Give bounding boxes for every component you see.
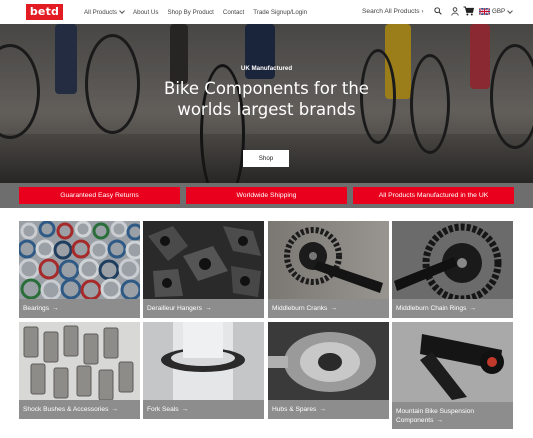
search-all-products-link[interactable]: Search All Products ›	[362, 0, 424, 24]
hero-kicker: UK Manufactured	[240, 65, 293, 72]
hubs-illustration	[268, 322, 389, 400]
arrow-right-icon: →	[436, 417, 443, 424]
uk-flag-icon[interactable]	[479, 8, 490, 15]
category-tile-mtb-suspension[interactable]: Mountain Bike Suspension Components →	[392, 322, 513, 429]
main-nav: All Products About Us Shop By Product Co…	[84, 0, 307, 24]
cranks-illustration	[268, 221, 389, 299]
category-caption: Bearings →	[19, 299, 140, 318]
usp-worldwide-shipping: Worldwide Shipping	[186, 187, 347, 204]
currency-selector[interactable]: GBP	[492, 0, 513, 24]
category-caption: Shock Bushes & Accessories →	[19, 400, 140, 419]
arrow-right-icon: →	[52, 305, 59, 312]
mtb-suspension-image	[392, 322, 513, 402]
category-tile-hubs-spares[interactable]: Hubs & Spares →	[268, 322, 389, 419]
bushes-illustration	[19, 322, 140, 400]
fork-seals-illustration	[143, 322, 264, 400]
category-tile-bearings[interactable]: Bearings →	[19, 221, 140, 318]
category-caption: Middleburn Cranks →	[268, 299, 389, 318]
category-tile-middleburn-chain-rings[interactable]: Middleburn Chain Rings →	[392, 221, 513, 318]
hero-title-line-1: Bike Components for the	[164, 79, 369, 98]
usp-easy-returns: Guaranteed Easy Returns	[19, 187, 180, 204]
hero-title-line-2: worlds largest brands	[177, 100, 356, 119]
chevron-down-icon	[507, 8, 513, 14]
bearings-illustration	[19, 221, 140, 299]
fork-seals-image	[143, 322, 264, 400]
shock-bushes-image	[19, 322, 140, 400]
category-tile-fork-seals[interactable]: Fork Seals →	[143, 322, 264, 419]
hubs-spares-image	[268, 322, 389, 400]
derailleur-hangers-image	[143, 221, 264, 299]
category-caption: Fork Seals →	[143, 400, 264, 419]
user-icon[interactable]	[451, 7, 459, 16]
hero-banner: UK Manufactured Bike Components for the …	[0, 24, 533, 183]
suspension-illustration	[392, 322, 513, 402]
nav-contact[interactable]: Contact	[223, 9, 244, 16]
nav-about-us[interactable]: About Us	[133, 9, 158, 16]
site-logo[interactable]: betd	[26, 4, 63, 20]
chevron-down-icon	[119, 8, 125, 14]
arrow-right-icon: →	[204, 305, 212, 312]
nav-all-products[interactable]: All Products	[84, 8, 125, 16]
category-tile-shock-bushes[interactable]: Shock Bushes & Accessories →	[19, 322, 140, 419]
arrow-right-icon: →	[319, 406, 326, 413]
nav-trade-signup[interactable]: Trade Signup/Login	[253, 9, 307, 16]
search-icon[interactable]	[434, 7, 442, 15]
bearings-image	[19, 221, 140, 299]
arrow-right-icon: →	[469, 305, 476, 312]
arrow-right-icon: →	[181, 406, 189, 413]
category-tile-middleburn-cranks[interactable]: Middleburn Cranks →	[268, 221, 389, 318]
cart-icon[interactable]	[463, 6, 474, 16]
site-header: betd All Products About Us Shop By Produ…	[0, 0, 533, 24]
category-caption: Mountain Bike Suspension Components →	[392, 402, 513, 429]
nav-shop-by-product[interactable]: Shop By Product	[167, 9, 213, 16]
shop-button[interactable]: Shop	[243, 150, 289, 167]
hangers-illustration	[143, 221, 264, 299]
hero-title: Bike Components for the worlds largest b…	[0, 78, 533, 120]
middleburn-cranks-image	[268, 221, 389, 299]
category-tile-derailleur-hangers[interactable]: Derailleur Hangers →	[143, 221, 264, 318]
chainrings-illustration	[392, 221, 513, 299]
usp-uk-manufactured: All Products Manufactured in the UK	[353, 187, 514, 204]
usp-bar: Guaranteed Easy Returns Worldwide Shippi…	[0, 183, 533, 208]
category-caption: Middleburn Chain Rings →	[392, 299, 513, 318]
category-caption: Hubs & Spares →	[268, 400, 389, 419]
category-caption: Derailleur Hangers →	[143, 299, 264, 318]
arrow-right-icon: →	[111, 406, 118, 413]
arrow-right-icon: →	[330, 305, 337, 312]
middleburn-chain-rings-image	[392, 221, 513, 299]
